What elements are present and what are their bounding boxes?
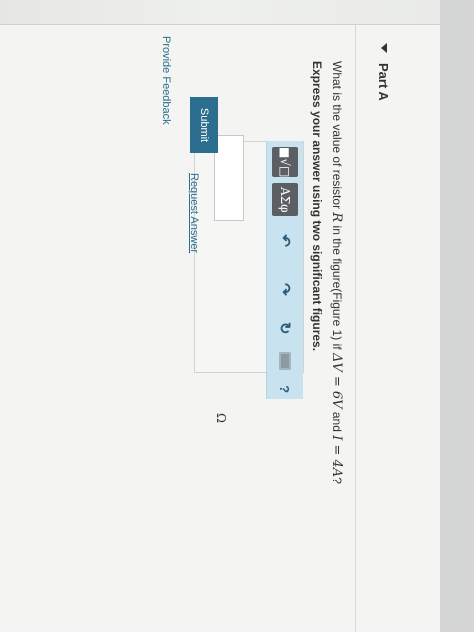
problem-page: Part A What is the value of resistor R i… [0,0,474,632]
part-header[interactable]: Part A [374,43,394,101]
help-button[interactable]: ? [272,379,298,399]
keyboard-button[interactable] [272,349,298,374]
divider [355,25,356,632]
math-toolbar: ■√□ AΣφ ↶ ↷ ↻ ? [266,141,303,399]
template-button[interactable]: ■√□ [272,147,298,178]
instruction-text: Express your answer using two significan… [310,61,324,352]
undo-icon[interactable]: ↶ [272,228,298,253]
provide-feedback-link[interactable]: Provide Feedback [160,36,172,125]
part-card: Part A What is the value of resistor R i… [0,24,440,632]
redo-icon[interactable]: ↷ [272,277,298,302]
question-condition-v: ΔV = 6V [329,352,344,409]
question-condition-i: I = 4A [329,435,344,478]
unit-label: Ω [214,413,228,423]
greek-symbols-button[interactable]: AΣφ [272,183,298,217]
question-variable: R [329,212,344,223]
question-prefix: What is the value of resistor [330,61,344,213]
photo-viewport: Part A What is the value of resistor R i… [0,0,474,632]
question-and: and [330,408,344,436]
answer-input[interactable] [214,135,244,221]
submit-button[interactable]: Submit [190,97,218,153]
reset-icon[interactable]: ↻ [272,316,298,341]
request-answer-link[interactable]: Request Answer [188,173,200,253]
question-text: What is the value of resistor R in the f… [329,61,344,484]
collapse-caret-icon[interactable] [381,43,387,53]
top-strip [440,0,474,632]
keyboard-icon [279,351,291,370]
question-suffix: ? [330,477,344,484]
part-title: Part A [376,63,392,101]
question-middle: in the figure(Figure 1) if [330,222,344,353]
